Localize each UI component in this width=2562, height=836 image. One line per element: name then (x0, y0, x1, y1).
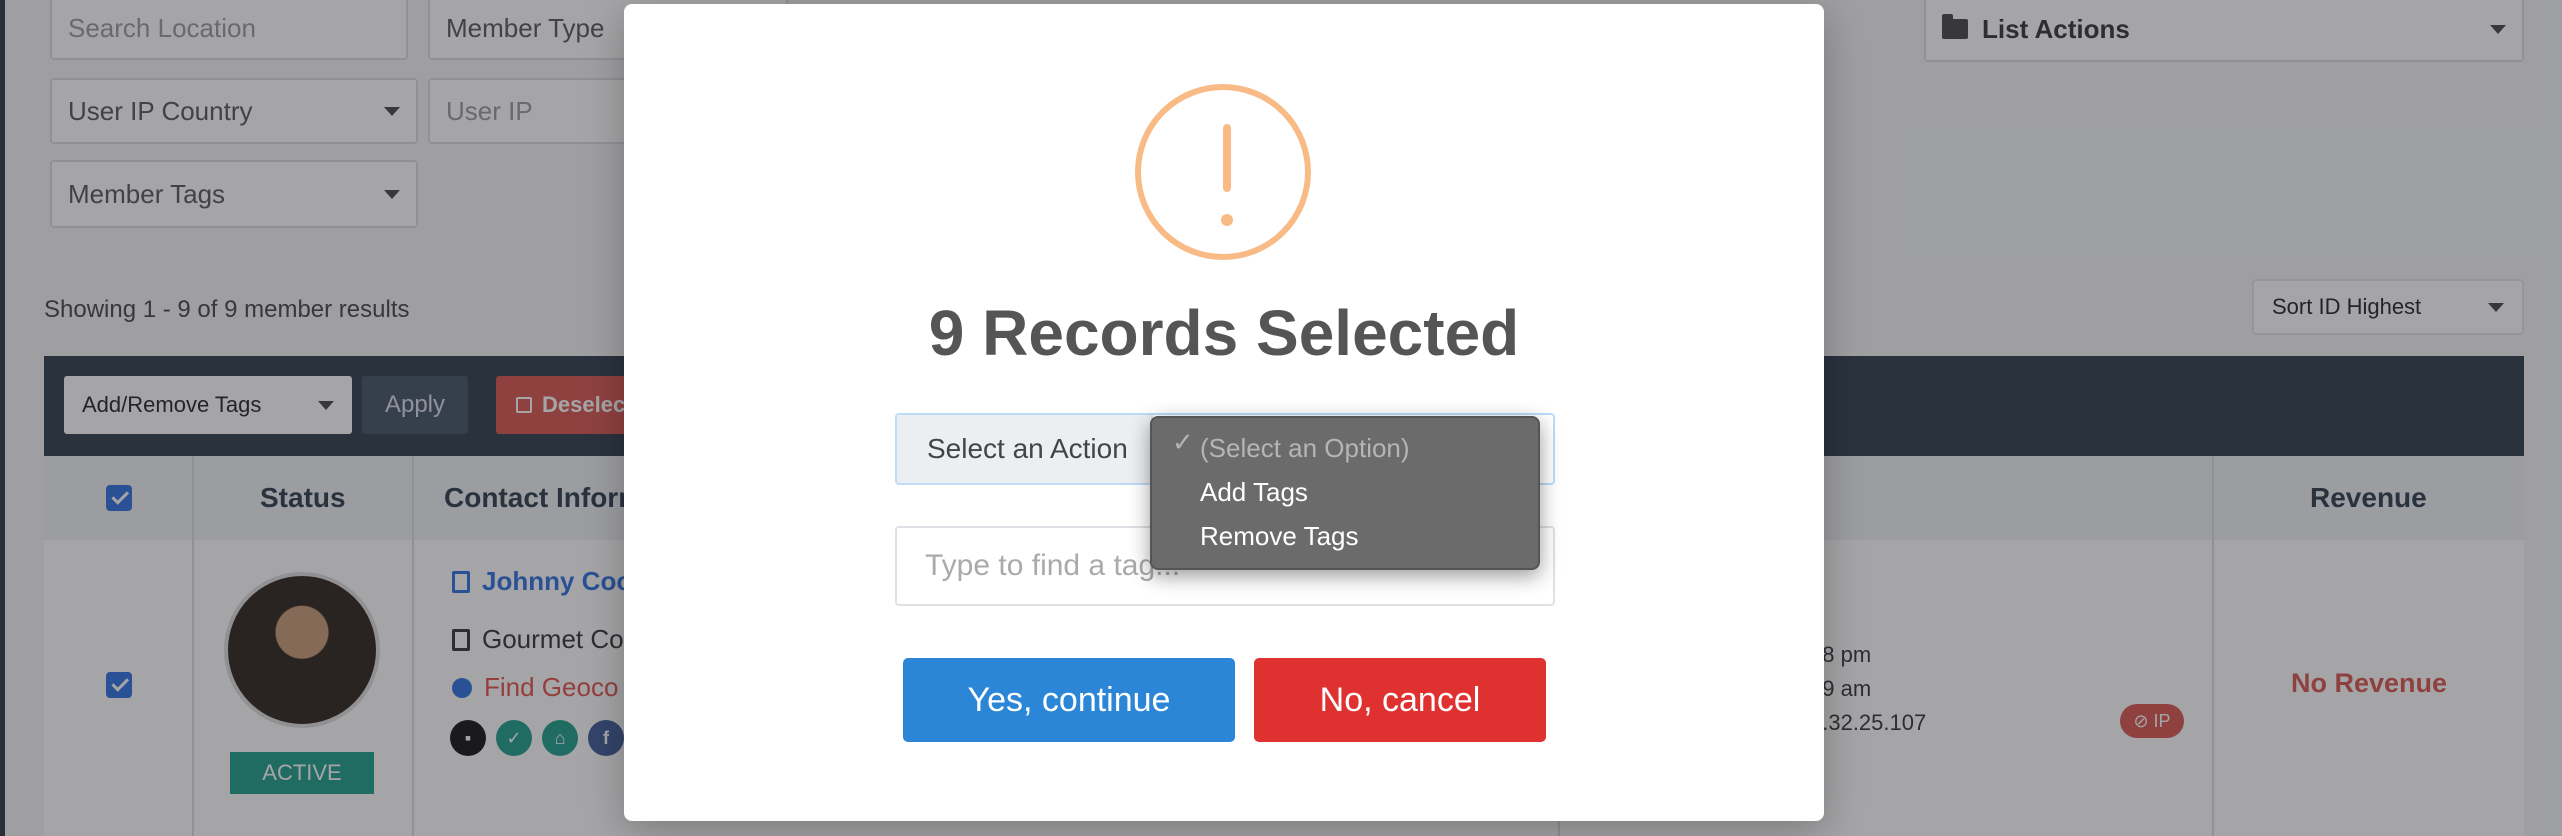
cancel-button[interactable]: No, cancel (1254, 658, 1546, 742)
option-select-placeholder[interactable]: (Select an Option) (1152, 426, 1542, 470)
warning-icon-dot (1221, 214, 1233, 226)
action-options-dropdown: ✓ (Select an Option) Add Tags Remove Tag… (1150, 416, 1540, 570)
modal-title: 9 Records Selected (928, 297, 1520, 369)
confirm-button[interactable]: Yes, continue (903, 658, 1235, 742)
action-select-label: Select an Action (897, 415, 1153, 483)
option-remove-tags[interactable]: Remove Tags (1152, 514, 1542, 558)
warning-icon (1135, 84, 1311, 260)
confirm-modal: 9 Records Selected Select an Action Type… (624, 4, 1824, 821)
warning-icon-bar (1223, 124, 1231, 192)
option-add-tags[interactable]: Add Tags (1152, 470, 1542, 514)
tag-search-placeholder: Type to find a tag... (925, 549, 1181, 582)
